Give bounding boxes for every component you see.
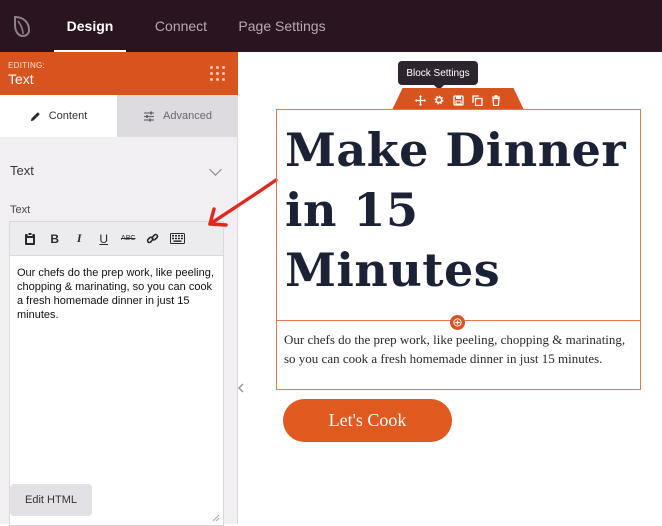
tab-design-label: Design [66, 18, 114, 34]
keyboard-icon[interactable] [165, 229, 190, 249]
bold-icon[interactable]: B [43, 229, 68, 249]
heading-block[interactable]: Make Dinner in 15 Minutes [276, 109, 641, 321]
gear-icon[interactable] [433, 94, 446, 107]
page-headline[interactable]: Make Dinner in 15 Minutes [285, 120, 637, 300]
tab-content-label: Content [48, 110, 88, 122]
collapse-sidebar-icon[interactable] [234, 380, 248, 396]
editing-label: EDITING: [8, 61, 46, 70]
annotation-arrow-icon [208, 178, 278, 227]
edit-html-button[interactable]: Edit HTML [10, 484, 92, 516]
underline-glyph: U [99, 231, 109, 246]
bold-glyph: B [50, 231, 60, 246]
sidebar: EDITING: Text Content Advanced Text Text… [0, 52, 238, 526]
tab-page-settings[interactable]: Page Settings [232, 0, 332, 52]
link-icon[interactable] [141, 229, 166, 249]
underline-icon[interactable]: U [92, 229, 117, 249]
move-icon[interactable] [414, 94, 427, 107]
seedprod-leaf-icon[interactable] [0, 0, 44, 52]
text-editor[interactable]: B I U ABC Our chefs do the prep work, li… [9, 221, 224, 526]
trash-icon[interactable] [490, 94, 503, 107]
text-block[interactable]: Our chefs do the prep work, like peeling… [276, 321, 641, 390]
italic-icon[interactable]: I [67, 229, 92, 249]
tooltip-label: Block Settings [406, 67, 470, 79]
text-field-label: Text [10, 204, 31, 216]
tab-advanced-label: Advanced [163, 110, 212, 122]
italic-glyph: I [76, 231, 82, 245]
paste-icon[interactable] [18, 229, 43, 249]
editor-content[interactable]: Our chefs do the prep work, like peeling… [17, 266, 217, 322]
duplicate-icon[interactable] [471, 94, 484, 107]
block-settings-tooltip: Block Settings [398, 61, 478, 90]
resize-handle-icon[interactable] [212, 514, 220, 522]
strikethrough-icon[interactable]: ABC [116, 229, 141, 249]
section-title: Text [10, 163, 34, 178]
body-paragraph[interactable]: Our chefs do the prep work, like peeling… [284, 330, 634, 368]
strike-glyph: ABC [121, 235, 136, 242]
tab-design[interactable]: Design [54, 0, 126, 52]
pencil-icon [30, 111, 40, 121]
edit-html-label: Edit HTML [25, 494, 77, 506]
tab-advanced[interactable]: Advanced [117, 95, 238, 137]
editing-header: EDITING: Text [0, 52, 238, 95]
tab-page-settings-label: Page Settings [238, 18, 326, 34]
editor-toolbar: B I U ABC [10, 222, 223, 256]
save-icon[interactable] [452, 94, 465, 107]
cta-label: Let's Cook [328, 410, 407, 430]
top-bar: Design Connect Page Settings [0, 0, 662, 52]
grid-dots-icon[interactable] [210, 66, 226, 82]
tab-connect-label: Connect [154, 18, 208, 34]
tab-connect[interactable]: Connect [144, 0, 218, 52]
tab-content[interactable]: Content [0, 95, 117, 137]
sliders-icon [144, 111, 155, 121]
block-toolbar [392, 88, 524, 110]
lets-cook-button[interactable]: Let's Cook [283, 399, 452, 442]
editing-title: Text [8, 71, 34, 87]
